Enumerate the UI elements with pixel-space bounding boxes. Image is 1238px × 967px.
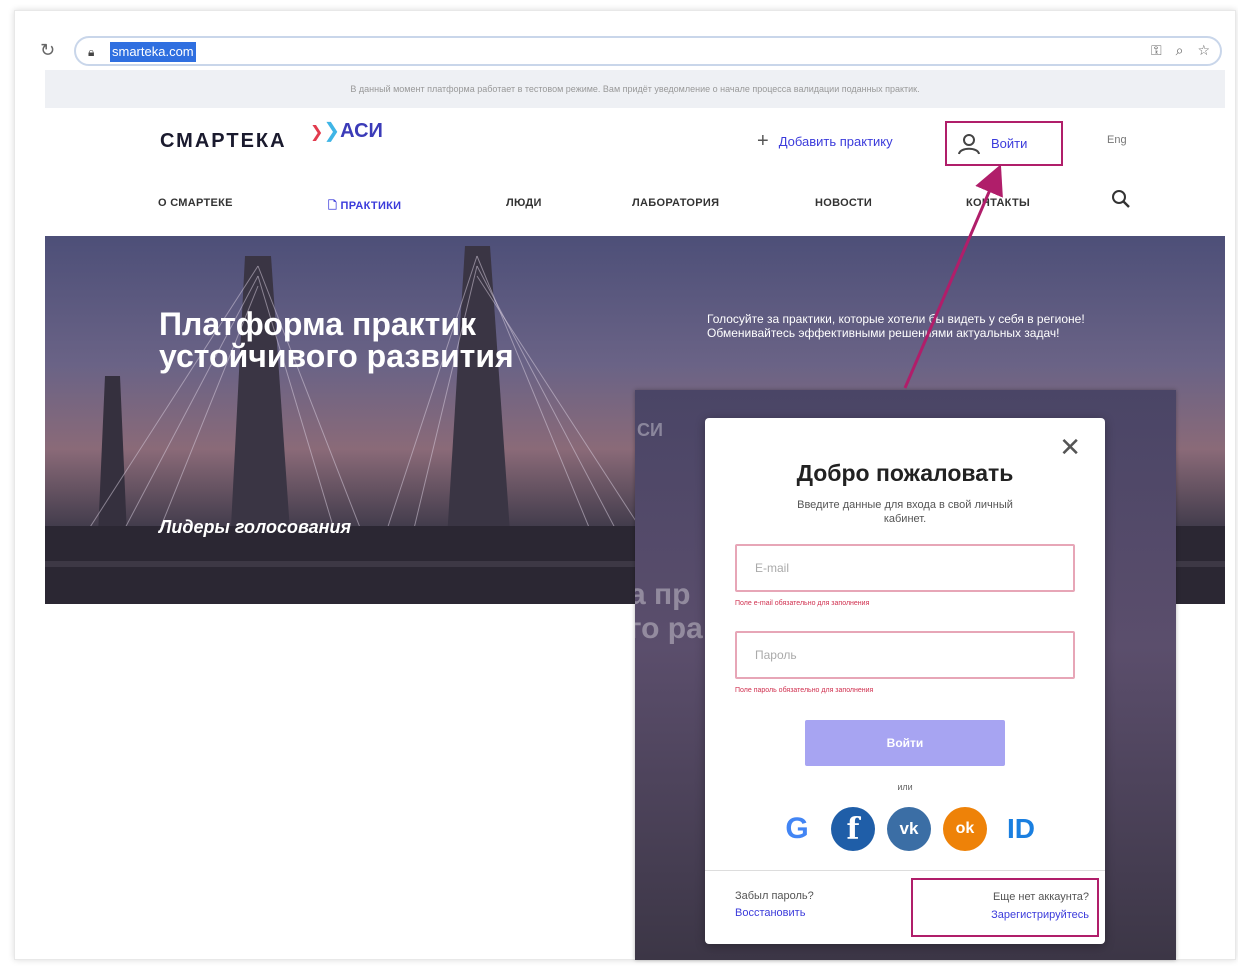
nav-item-contacts[interactable]: КОНТАКТЫ — [966, 197, 1030, 209]
id-icon[interactable]: ID — [999, 807, 1043, 851]
register-link[interactable]: Зарегистрируйтесь — [991, 909, 1089, 921]
nav-item-practices[interactable]: 🗋 ПРАКТИКИ — [328, 197, 401, 216]
email-field[interactable] — [735, 544, 1075, 592]
asi-logo[interactable]: ❯❯АСИ — [310, 118, 383, 143]
login-modal: ✕ Добро пожаловать Введите данные для вх… — [705, 418, 1105, 944]
lock-icon: 🔒︎ — [88, 45, 95, 59]
close-icon[interactable]: ✕ — [1059, 434, 1081, 460]
modal-subtitle: Введите данные для входа в свой личный к… — [797, 499, 1013, 525]
or-divider: или — [897, 782, 913, 792]
ghost-text: го ра — [635, 612, 703, 645]
nav-item-news[interactable]: НОВОСТИ — [815, 197, 872, 209]
password-error: Поле пароль обязательно для заполнения — [735, 687, 874, 694]
browser-bar: ↻ 🔒︎ smarteka.com ⚿ ⌕ ☆ — [30, 32, 1225, 70]
hero-title: Платформа практик устойчивого развития — [159, 306, 514, 374]
user-icon — [958, 133, 980, 154]
main-nav: О СМАРТЕКЕ 🗋 ПРАКТИКИ ЛЮДИ ЛАБОРАТОРИЯ Н… — [158, 195, 1138, 215]
register-highlight: Еще нет аккаунта? Зарегистрируйтесь — [911, 878, 1099, 937]
email-error: Поле e-mail обязательно для заполнения — [735, 600, 870, 607]
odnoklassniki-icon[interactable]: ok — [943, 807, 987, 851]
modal-title: Добро пожаловать — [796, 460, 1014, 486]
email-input[interactable] — [737, 546, 1073, 590]
facebook-icon[interactable]: f — [831, 807, 875, 851]
language-switch[interactable]: Eng — [1107, 134, 1127, 146]
address-bar[interactable]: 🔒︎ smarteka.com ⚿ ⌕ ☆ — [74, 36, 1222, 66]
smarteka-logo[interactable]: СМАРТЕКА — [160, 130, 287, 153]
add-practice-link[interactable]: + Добавить практику — [757, 130, 893, 153]
login-button[interactable]: Войти — [945, 121, 1063, 166]
ghost-text: а пр — [635, 578, 691, 611]
nav-item-people[interactable]: ЛЮДИ — [506, 197, 542, 209]
plus-icon: + — [757, 130, 769, 152]
footer-divider — [705, 870, 1105, 871]
key-icon[interactable]: ⚿ — [1151, 42, 1162, 59]
zoom-icon[interactable]: ⌕ — [1176, 42, 1184, 59]
star-icon[interactable]: ☆ — [1197, 42, 1210, 59]
hero-description: Голосуйте за практики, которые хотели бы… — [707, 312, 1085, 340]
register-block: Еще нет аккаунта? Зарегистрируйтесь — [991, 891, 1089, 921]
password-field[interactable] — [735, 631, 1075, 679]
submit-login-button[interactable]: Войти — [805, 720, 1005, 766]
leaders-heading: Лидеры голосования — [159, 517, 352, 537]
document-icon: 🗋 — [328, 200, 341, 212]
url-text[interactable]: smarteka.com — [110, 42, 196, 62]
test-mode-notice: В данный момент платформа работает в тес… — [45, 70, 1225, 108]
ghost-text: СИ — [637, 420, 663, 440]
forgot-password: Забыл пароль? Восстановить — [735, 890, 814, 919]
search-icon[interactable] — [1110, 188, 1132, 210]
vk-icon[interactable]: vk — [887, 807, 931, 851]
social-login: G f vk ok ID — [775, 806, 1045, 852]
nav-item-lab[interactable]: ЛАБОРАТОРИЯ — [632, 197, 719, 209]
password-input[interactable] — [737, 633, 1073, 677]
google-icon[interactable]: G — [775, 807, 819, 851]
url-actions: ⚿ ⌕ ☆ — [1151, 42, 1210, 59]
nav-item-about[interactable]: О СМАРТЕКЕ — [158, 197, 233, 209]
reload-icon[interactable]: ↻ — [40, 40, 55, 61]
restore-link[interactable]: Восстановить — [735, 907, 805, 919]
